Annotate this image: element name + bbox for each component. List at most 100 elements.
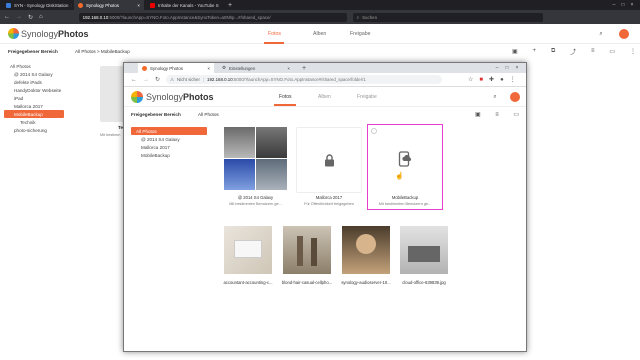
inner-avatar[interactable] — [510, 92, 520, 102]
outer-tab-synology-photos[interactable]: Synology Photos × — [74, 0, 144, 10]
outer-tree-photo-sicherung[interactable]: photo-sicherung — [4, 126, 64, 134]
outer-address-bar: ← → ↻ ⌂ 192.168.0.10 :5000/?launchApp=SY… — [0, 10, 640, 24]
tab-fotos[interactable]: Fotos — [268, 31, 281, 37]
window-controls[interactable]: – □ × — [608, 0, 638, 10]
outer-tree-mallorca[interactable]: Mallorca 2017 — [4, 102, 64, 110]
outer-tab-youtube[interactable]: Inhalte der Kanals - YouTube S × — [146, 0, 222, 10]
breadcrumb-left: Freigegebener Bereich — [8, 49, 58, 54]
back-icon[interactable]: ← — [4, 14, 10, 20]
sort-icon[interactable]: ≡ — [591, 48, 595, 54]
view-icon[interactable]: ▭ — [609, 48, 615, 55]
close-icon[interactable]: × — [137, 3, 140, 8]
inner-new-tab-button[interactable]: + — [298, 63, 308, 73]
puzzle-icon[interactable]: ✚ — [489, 76, 494, 83]
inner-window-controls[interactable]: – □ × — [490, 63, 524, 73]
photo-name-synology-audioserver: synology-audioserver-10... — [341, 280, 391, 285]
synology-logo-icon — [131, 91, 143, 103]
youtube-favicon-icon — [150, 2, 155, 8]
tab-alben[interactable]: Alben — [313, 31, 326, 37]
outer-url-field[interactable]: 192.168.0.10 :5000/?launchApp=SYNO.Foto.… — [78, 12, 347, 22]
minimize-icon[interactable]: – — [613, 2, 616, 8]
inner-tab-freigabe[interactable]: Freigabe — [357, 94, 377, 100]
forward-icon[interactable]: → — [143, 77, 149, 83]
minimize-icon[interactable]: – — [496, 65, 499, 71]
inner-tab-alben[interactable]: Alben — [318, 94, 331, 100]
phone-cloud-icon — [398, 151, 412, 167]
copy-icon[interactable]: ⧉ — [551, 48, 555, 55]
search-icon[interactable]: ⌕ — [490, 92, 500, 102]
menu-icon[interactable]: ⋮ — [510, 76, 516, 83]
save-icon[interactable]: ▣ — [512, 48, 518, 55]
gear-icon: ⚙ — [222, 65, 226, 70]
close-icon[interactable]: × — [71, 3, 72, 8]
inner-tree-all-photos[interactable]: All Photos — [131, 127, 207, 135]
folder-sub-s4-galaxy: Mit bestimmten Benutzern ge... — [229, 202, 282, 206]
more-icon[interactable]: ⋮ — [630, 48, 636, 55]
tab-freigabe[interactable]: Freigabe — [350, 31, 370, 37]
maximize-icon[interactable]: □ — [505, 65, 508, 71]
sort-icon[interactable]: ≡ — [495, 112, 499, 118]
back-icon[interactable]: ← — [131, 77, 137, 83]
outer-tree-defekte-ipads[interactable]: defekte iPads — [4, 78, 64, 86]
save-icon[interactable]: ▣ — [475, 111, 481, 118]
outer-tree-s4-galaxy[interactable]: @ 2014 S4 Galaxy — [4, 70, 64, 78]
outer-tree-ipad[interactable]: iPad — [4, 94, 64, 102]
folder-card-s4-galaxy[interactable] — [224, 127, 287, 190]
outer-tree-technik[interactable]: Technik — [4, 118, 64, 126]
outer-search-field[interactable]: ⌕ Suchen — [352, 12, 543, 22]
folder-title-mallorca: Mallorca 2017 — [315, 195, 343, 200]
folder-title-mobilebackup: MobileBackup — [391, 195, 419, 200]
inner-tree-mallorca[interactable]: Mallorca 2017 — [131, 143, 207, 151]
inner-sidebar: All Photos @ 2014 S4 Galaxy Mallorca 201… — [131, 127, 207, 159]
close-window-icon[interactable]: × — [515, 65, 518, 71]
mouse-cursor-icon: ☝ — [395, 173, 404, 180]
new-tab-button[interactable]: + — [224, 0, 234, 10]
inner-url-field[interactable]: ⚠ Nicht sicher | 192.168.0.10:5000/?laun… — [166, 75, 443, 84]
url-divider: | — [202, 77, 205, 82]
inner-app-logo: SynologyPhotos — [146, 92, 214, 102]
inner-tree-mobilebackup[interactable]: MobileBackup — [131, 151, 207, 159]
outer-toolbar: ▣ + ⧉ ⤴ ≡ ▭ ⋮ — [512, 45, 636, 57]
extension-icon[interactable]: ■ — [479, 77, 483, 83]
app-logo: SynologyPhotos — [21, 29, 89, 39]
outer-tree-handydoktor[interactable]: HandyDoktor Webseite — [4, 86, 64, 94]
share-icon[interactable]: ⤴ — [570, 47, 576, 56]
close-icon[interactable]: × — [207, 66, 210, 71]
photo-thumb-cloud-office[interactable] — [400, 226, 448, 274]
star-icon[interactable]: ☆ — [468, 76, 473, 83]
inner-tab-synology-photos[interactable]: Synology Photos × — [138, 63, 214, 73]
inner-address-bar: ← → ↻ ⚠ Nicht sicher | 192.168.0.10:5000… — [124, 73, 526, 87]
add-icon[interactable]: + — [533, 48, 537, 54]
search-icon[interactable]: ⌕ — [596, 29, 606, 39]
folder-sub-mallorca: Für Öffentlichkeit freigegeben — [304, 202, 354, 206]
outer-tab-diskstation[interactable]: SYN - Synology DiskStation × — [2, 0, 72, 10]
maximize-icon[interactable]: □ — [621, 2, 624, 8]
home-icon[interactable]: ⌂ — [39, 14, 43, 20]
outer-tree-all-photos[interactable]: All Photos — [4, 62, 64, 70]
close-icon[interactable]: × — [287, 66, 290, 71]
inner-breadcrumb-right: All Photos — [198, 112, 219, 117]
photo-thumb-blond-hair[interactable] — [283, 226, 331, 274]
photo-name-accountant: accountant-accounting-c... — [223, 280, 273, 285]
outer-tree-mobilebackup[interactable]: MobileBackup — [4, 110, 64, 118]
inner-tab-fotos[interactable]: Fotos — [279, 94, 292, 100]
inner-tree-s4-galaxy[interactable]: @ 2014 S4 Galaxy — [131, 135, 207, 143]
photo-thumb-accountant[interactable] — [224, 226, 272, 274]
inner-breadcrumb-left: Freigegebener Bereich — [131, 112, 181, 117]
url-rest: :5000/?launchApp=SYNO.Foto.AppInstance&S… — [108, 14, 271, 20]
forward-icon[interactable]: → — [16, 14, 22, 20]
warning-icon: ⚠ — [170, 76, 174, 82]
inner-tab-einstellungen[interactable]: ⚙ Einstellungen × — [218, 63, 294, 73]
insecure-label: Nicht sicher — [176, 77, 200, 82]
reload-icon[interactable]: ↻ — [28, 14, 33, 21]
profile-icon[interactable]: ● — [500, 77, 504, 83]
inner-header-divider — [124, 106, 526, 107]
folder-card-mallorca[interactable] — [296, 127, 362, 193]
close-window-icon[interactable]: × — [630, 2, 633, 8]
avatar[interactable] — [619, 29, 629, 39]
view-icon[interactable]: ▭ — [513, 111, 519, 118]
reload-icon[interactable]: ↻ — [155, 76, 160, 83]
breadcrumb-path: All Photos > MobileBackup — [75, 49, 130, 54]
photo-name-cloud-office: cloud-office-639839.jpg — [402, 280, 446, 285]
photo-thumb-synology-audioserver[interactable] — [342, 226, 390, 274]
